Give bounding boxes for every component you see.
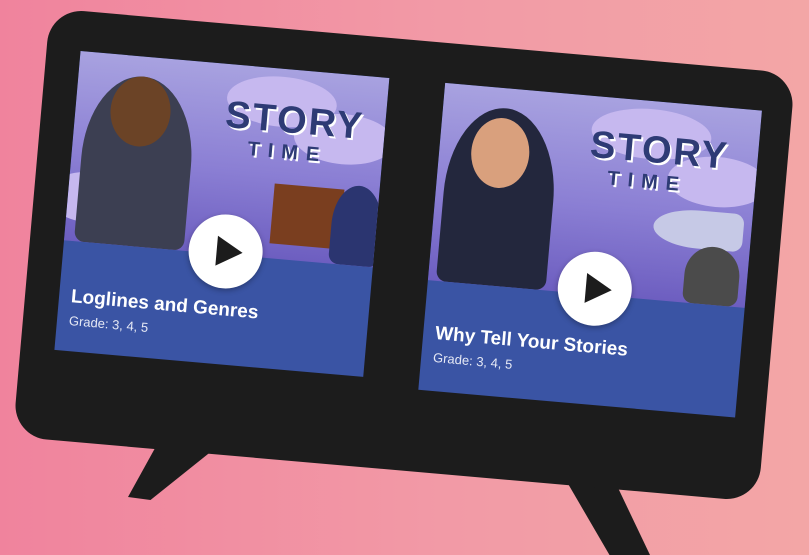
video-card-why-tell[interactable]: STORY TIME Why Tell Your Stories Grade: … bbox=[418, 82, 762, 418]
tv-frame: STORY TIME Loglines and Genres Grade: 3,… bbox=[12, 8, 796, 502]
grade-label: Grade: 3, 4, 5 bbox=[68, 313, 149, 335]
student-person bbox=[681, 244, 742, 308]
video-card-loglines[interactable]: STORY TIME Loglines and Genres Grade: 3,… bbox=[54, 51, 390, 377]
rocket-image bbox=[651, 206, 745, 253]
story-logo: STORY bbox=[223, 93, 366, 148]
grade-label: Grade: 3, 4, 5 bbox=[432, 349, 514, 372]
